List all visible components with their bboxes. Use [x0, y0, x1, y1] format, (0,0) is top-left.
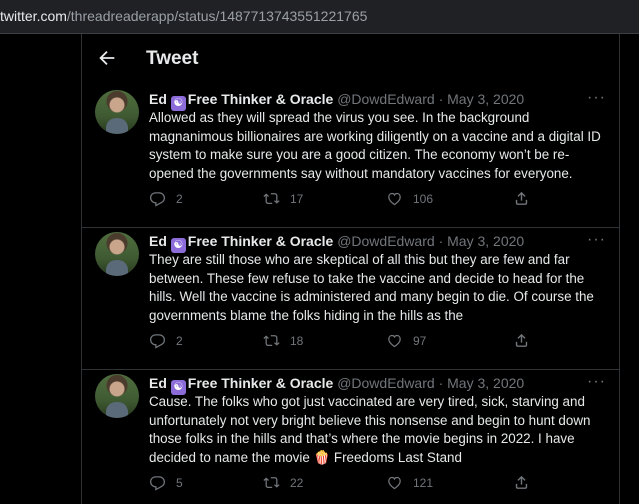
reply-count: 2 — [176, 191, 183, 206]
more-icon[interactable]: ··· — [587, 374, 606, 390]
retweet-icon — [263, 335, 280, 347]
tweet-header: Ed ☯ Free Thinker & Oracle @DowdEdward · … — [149, 232, 524, 253]
tweet-text: Cause. The folks who got just vaccinated… — [149, 394, 591, 465]
share-button[interactable] — [513, 190, 540, 207]
display-name[interactable]: Ed — [149, 375, 167, 391]
retweet-count: 17 — [290, 191, 304, 206]
display-name-rest[interactable]: Free Thinker & Oracle — [188, 91, 334, 107]
like-icon — [388, 192, 401, 206]
tweet-actions: 2 17 106 — [149, 190, 609, 210]
like-count: 97 — [413, 333, 427, 348]
tweet-text: They are still those who are skeptical o… — [149, 252, 594, 323]
user-handle[interactable]: @DowdEdward — [337, 233, 434, 249]
page-header: Tweet — [82, 34, 619, 84]
url-domain: twitter.com — [0, 8, 67, 24]
tweet[interactable]: Ed ☯ Free Thinker & Oracle @DowdEdward · … — [82, 369, 619, 504]
separator: · — [438, 233, 444, 249]
like-icon — [388, 334, 401, 348]
retweet-button[interactable]: 18 — [263, 332, 303, 349]
tweet-date[interactable]: May 3, 2020 — [447, 233, 524, 249]
more-icon[interactable]: ··· — [587, 232, 606, 248]
reply-icon — [149, 476, 166, 491]
separator: · — [438, 375, 444, 391]
url-path: /threadreaderapp/status/1487713743551221… — [66, 8, 368, 24]
like-button[interactable]: 97 — [386, 332, 426, 349]
reply-count: 5 — [176, 475, 183, 490]
page-title: Tweet — [146, 48, 199, 69]
tweet-actions: 5 22 121 — [149, 474, 609, 494]
like-count: 121 — [413, 475, 434, 490]
tweet-date[interactable]: May 3, 2020 — [447, 375, 524, 391]
timeline-column: Tweet Ed ☯ Free Thinker & Oracle @DowdEdw… — [81, 34, 620, 504]
tweet-date[interactable]: May 3, 2020 — [447, 91, 524, 107]
separator: · — [438, 91, 444, 107]
reply-button[interactable]: 2 — [149, 332, 183, 349]
back-arrow-icon[interactable] — [96, 47, 118, 69]
reply-icon — [149, 192, 166, 207]
share-button[interactable] — [513, 474, 540, 491]
tweet[interactable]: Ed ☯ Free Thinker & Oracle @DowdEdward · … — [82, 227, 619, 370]
like-button[interactable]: 121 — [386, 474, 433, 491]
retweet-count: 18 — [290, 333, 304, 348]
user-handle[interactable]: @DowdEdward — [337, 91, 434, 107]
display-name[interactable]: Ed — [149, 233, 167, 249]
tweet-actions: 2 18 97 — [149, 332, 609, 352]
display-name[interactable]: Ed — [149, 91, 167, 107]
share-icon — [515, 475, 528, 489]
share-icon — [515, 191, 528, 205]
like-icon — [388, 476, 401, 490]
retweet-icon — [263, 193, 280, 205]
retweet-icon — [263, 477, 280, 489]
address-bar[interactable]: twitter.com/threadreaderapp/status/14877… — [0, 0, 639, 34]
reply-button[interactable]: 2 — [149, 190, 183, 207]
tweet-header: Ed ☯ Free Thinker & Oracle @DowdEdward · … — [149, 90, 524, 111]
reply-button[interactable]: 5 — [149, 474, 183, 491]
avatar[interactable] — [95, 90, 139, 134]
tweet-header: Ed ☯ Free Thinker & Oracle @DowdEdward · … — [149, 374, 524, 395]
share-button[interactable] — [513, 332, 540, 349]
avatar[interactable] — [95, 374, 139, 418]
reply-icon — [149, 334, 166, 349]
like-count: 106 — [413, 191, 434, 206]
more-icon[interactable]: ··· — [587, 90, 606, 106]
retweet-button[interactable]: 17 — [263, 190, 303, 207]
reply-count: 2 — [176, 333, 183, 348]
avatar[interactable] — [95, 232, 139, 276]
display-name-rest[interactable]: Free Thinker & Oracle — [188, 375, 334, 391]
retweet-count: 22 — [290, 475, 304, 490]
retweet-button[interactable]: 22 — [263, 474, 303, 491]
user-handle[interactable]: @DowdEdward — [337, 375, 434, 391]
like-button[interactable]: 106 — [386, 190, 433, 207]
tweet[interactable]: Ed ☯ Free Thinker & Oracle @DowdEdward · … — [82, 85, 619, 228]
tweet-text: Allowed as they will spread the virus yo… — [149, 110, 601, 181]
display-name-rest[interactable]: Free Thinker & Oracle — [188, 233, 334, 249]
share-icon — [515, 333, 528, 347]
